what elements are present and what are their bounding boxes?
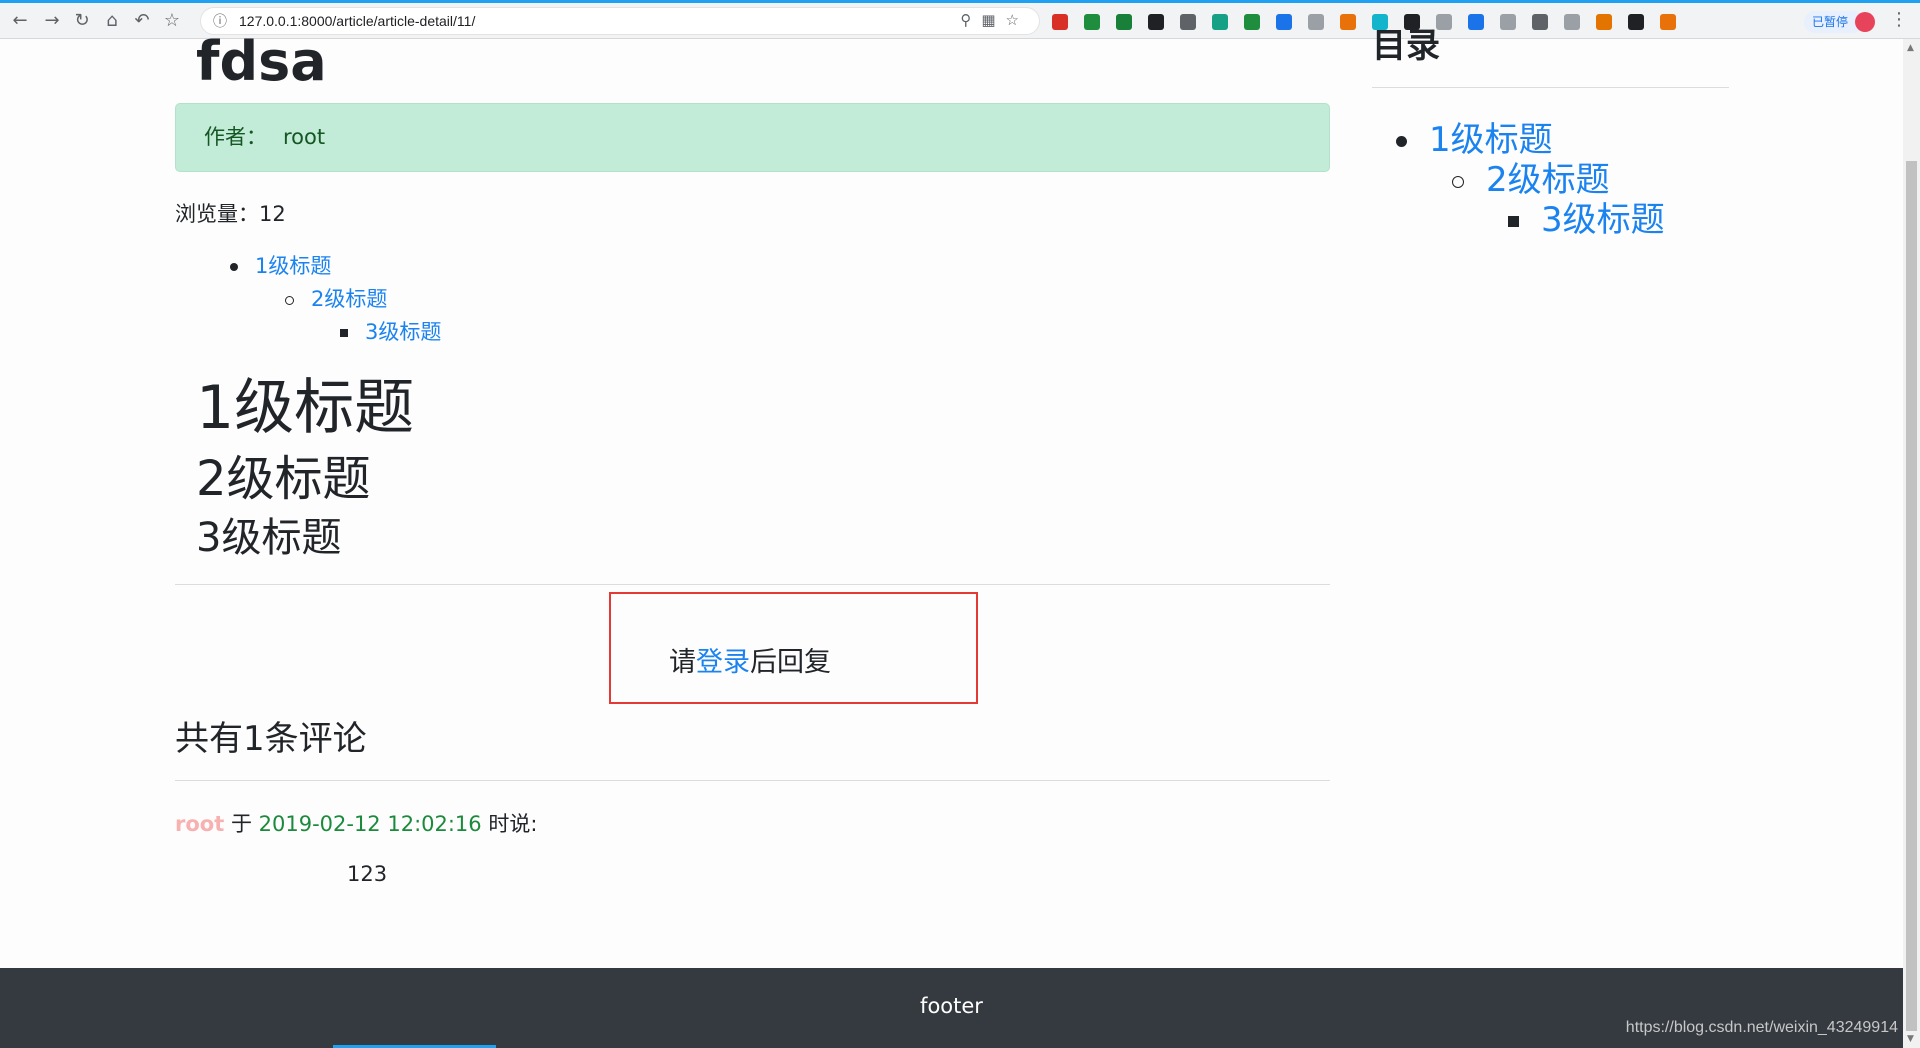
comment-body: 123 [347,862,388,886]
scroll-down-arrow-icon[interactable]: ▼ [1907,1034,1914,1044]
zoom-icon[interactable]: ⚲ [960,11,981,29]
toc-item-level-1: 1级标题 [230,250,331,280]
menu-icon[interactable]: ⋮ [1890,9,1908,30]
extension-icon[interactable] [1308,13,1324,30]
author-label: 作者： [204,125,267,149]
circle-bullet-icon [285,295,294,305]
comment-connector: 于 [230,812,252,836]
sidebar-toc-link-level-3[interactable]: 3级标题 [1541,200,1665,240]
watermark: https://blog.csdn.net/weixin_43249914 [1625,1019,1898,1036]
extension-icon[interactable] [1084,13,1100,30]
forward-icon[interactable]: → [40,9,64,33]
square-bullet-icon [340,329,348,337]
comment-meta: root 于 2019-02-12 12:02:16 时说: [175,808,537,838]
heading-level-2: 2级标题 [196,451,371,507]
home-icon[interactable]: ⌂ [100,9,124,33]
extension-icon[interactable] [1244,13,1260,30]
article-divider [175,584,1330,585]
comments-divider [175,780,1330,781]
article-title: fdsa [196,30,327,93]
extension-icon[interactable] [1052,13,1068,30]
extension-icon[interactable] [1116,13,1132,30]
sidebar-toc-item-level-3: 3级标题 [1508,192,1665,241]
comment-username: root [175,812,225,836]
comment-timestamp: 2019-02-12 12:02:16 [258,812,482,836]
views-label: 浏览量： [175,202,259,226]
disc-bullet-icon [230,263,238,271]
page-scrollbar[interactable]: ▲ ▼ [1903,39,1920,1048]
comment-said: 时说: [488,812,538,836]
scroll-up-arrow-icon[interactable]: ▲ [1907,43,1914,53]
extension-icon[interactable] [1212,13,1228,30]
toc-link-level-3[interactable]: 3级标题 [365,320,441,344]
extension-icon[interactable] [1564,13,1580,30]
extension-icon[interactable] [1660,13,1676,30]
star-icon[interactable]: ☆ [1006,11,1029,29]
circle-bullet-icon [1452,175,1464,188]
reply-login-prompt: 请登录后回复 [609,592,978,704]
toc-item-level-2: 2级标题 [285,283,387,313]
extension-icon[interactable] [1500,13,1516,30]
login-link[interactable]: 登录 [696,647,750,678]
extension-icon[interactable] [1180,13,1196,30]
extension-icon[interactable] [1532,13,1548,30]
extension-icon[interactable] [1340,13,1356,30]
sidebar-toc-title: 目录 [1372,26,1440,66]
scroll-thumb[interactable] [1906,161,1917,1031]
comments-heading: 共有1条评论 [175,719,367,759]
heading-level-3: 3级标题 [196,515,342,561]
url-text[interactable]: 127.0.0.1:8000/article/article-detail/11… [239,13,475,29]
login-prompt-prefix: 请 [669,647,696,678]
info-icon[interactable]: ⓘ [213,11,227,31]
author-alert: 作者： root [175,103,1330,172]
view-count: 浏览量：12 [175,198,286,228]
footer-text: footer [920,994,983,1018]
author-name: root [283,125,326,149]
profile-avatar[interactable] [1855,12,1875,32]
toc-link-level-2[interactable]: 2级标题 [311,287,387,311]
omnibox-actions: ⚲▦☆ [960,11,1029,29]
sidebar-divider [1372,87,1729,88]
extension-icon[interactable] [1276,13,1292,30]
page-footer: footer [0,968,1903,1048]
extension-icon[interactable] [1148,13,1164,30]
extension-icon[interactable] [1468,13,1484,30]
views-value: 12 [259,202,286,226]
extension-icon[interactable] [1628,13,1644,30]
disc-bullet-icon [1396,136,1407,147]
bookmark-star-icon[interactable]: ☆ [160,9,184,33]
toc-link-level-1[interactable]: 1级标题 [255,254,331,278]
login-prompt-text: 请登录后回复 [669,640,831,679]
reload-icon[interactable]: ↻ [70,9,94,33]
undo-icon[interactable]: ↶ [130,9,154,33]
heading-level-1: 1级标题 [196,373,415,443]
qr-icon[interactable]: ▦ [981,11,1005,29]
login-prompt-suffix: 后回复 [750,647,831,678]
square-bullet-icon [1508,216,1519,227]
extension-icon[interactable] [1596,13,1612,30]
toc-item-level-3: 3级标题 [340,316,441,346]
back-icon[interactable]: ← [8,9,32,33]
